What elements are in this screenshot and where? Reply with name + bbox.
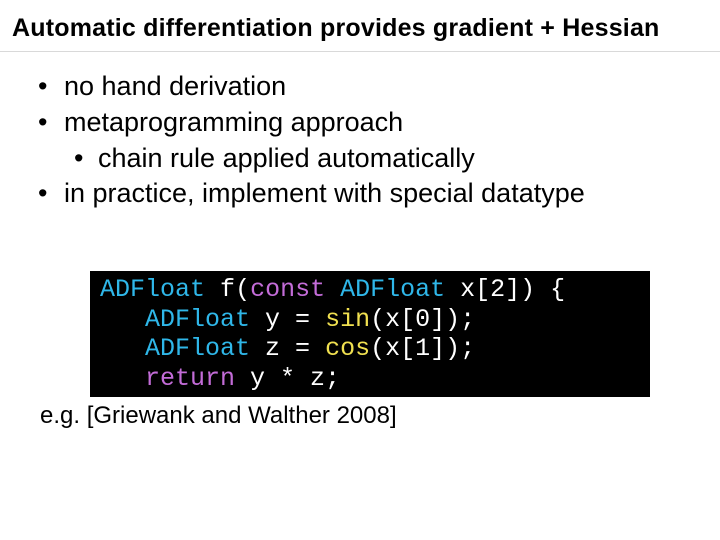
code-indent xyxy=(100,305,145,334)
code-token: y * z; xyxy=(235,364,340,393)
slide-title: Automatic differentiation provides gradi… xyxy=(0,0,720,52)
slide-body: no hand derivation metaprogramming appro… xyxy=(0,52,720,431)
slide: Automatic differentiation provides gradi… xyxy=(0,0,720,540)
code-token: y = xyxy=(250,305,325,334)
bullet-item: no hand derivation xyxy=(10,70,710,104)
code-token: ( xyxy=(235,275,250,304)
bullet-subitem: chain rule applied automatically xyxy=(64,142,710,176)
bullet-text: metaprogramming approach xyxy=(64,107,403,137)
code-token-type: ADFloat xyxy=(145,305,250,334)
code-block: ADFloat f(const ADFloat x[2]) { ADFloat … xyxy=(90,271,650,397)
citation: e.g. [Griewank and Walther 2008] xyxy=(10,397,710,431)
code-token: (x[0]); xyxy=(370,305,475,334)
code-token-fn: f xyxy=(220,275,235,304)
bullet-item: in practice, implement with special data… xyxy=(10,177,710,211)
bullet-list: no hand derivation metaprogramming appro… xyxy=(10,70,710,211)
code-token: x[2]) { xyxy=(445,275,565,304)
code-token: (x[1]); xyxy=(370,334,475,363)
code-token: z = xyxy=(250,334,325,363)
code-indent xyxy=(100,364,145,393)
bullet-item: metaprogramming approach chain rule appl… xyxy=(10,106,710,176)
code-token-call: sin xyxy=(325,305,370,334)
code-token-type: ADFloat xyxy=(340,275,445,304)
code-indent xyxy=(100,334,145,363)
code-token-call: cos xyxy=(325,334,370,363)
bullet-sublist: chain rule applied automatically xyxy=(64,142,710,176)
code-token-type: ADFloat xyxy=(145,334,250,363)
code-token-type: ADFloat xyxy=(100,275,205,304)
code-token-keyword: return xyxy=(145,364,235,393)
code-token-keyword: const xyxy=(250,275,325,304)
